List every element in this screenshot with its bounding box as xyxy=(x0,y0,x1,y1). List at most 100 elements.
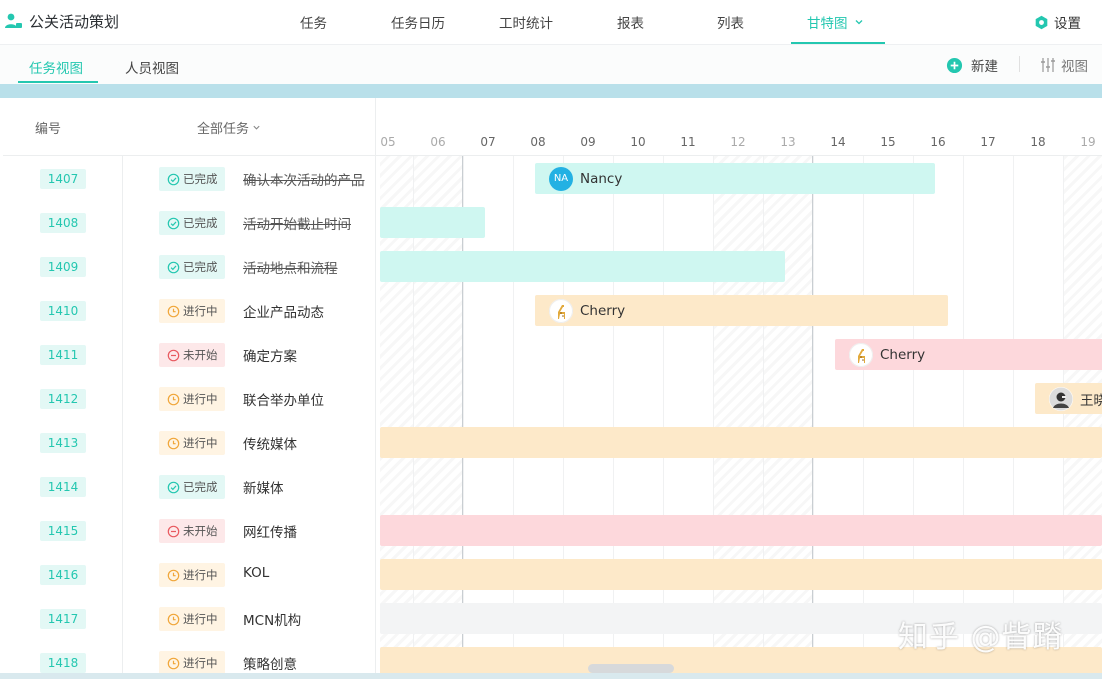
nav-tab-list[interactable]: 列表 xyxy=(717,12,744,32)
minus-circle-icon xyxy=(167,349,180,361)
task-id-badge[interactable]: 1418 xyxy=(40,653,86,673)
task-id-badge[interactable]: 1410 xyxy=(40,301,86,321)
task-name[interactable]: 确认本次活动的产品 xyxy=(243,169,365,189)
column-header-id: 编号 xyxy=(35,122,62,137)
task-row[interactable]: 1410 进行中 企业产品动态 xyxy=(3,288,380,332)
task-id-badge[interactable]: 1409 xyxy=(40,257,86,277)
day-label: 09 xyxy=(580,135,596,149)
subtab-task-view[interactable]: 任务视图 xyxy=(29,57,83,77)
status-label: 进行中 xyxy=(183,656,218,670)
view-settings-button[interactable]: 视图 xyxy=(1040,55,1088,75)
task-id-badge[interactable]: 1412 xyxy=(40,389,86,409)
task-row[interactable]: 1412 进行中 联合举办单位 xyxy=(3,376,380,420)
task-id-badge[interactable]: 1413 xyxy=(40,433,86,453)
status-badge[interactable]: 已完成 xyxy=(159,475,225,499)
status-badge[interactable]: 未开始 xyxy=(159,343,225,367)
status-badge[interactable]: 进行中 xyxy=(159,431,225,455)
status-badge[interactable]: 进行中 xyxy=(159,387,225,411)
task-id-badge[interactable]: 1417 xyxy=(40,609,86,629)
task-row[interactable]: 1415 未开始 网红传播 xyxy=(3,508,380,552)
status-label: 已完成 xyxy=(183,216,218,230)
task-row[interactable]: 1411 未开始 确定方案 xyxy=(3,332,380,376)
giraffe-avatar-icon xyxy=(849,342,873,367)
nav-tab-hours[interactable]: 工时统计 xyxy=(499,12,553,32)
status-badge[interactable]: 进行中 xyxy=(159,651,225,675)
clock-icon xyxy=(167,613,180,625)
status-label: 进行中 xyxy=(183,612,218,626)
task-name[interactable]: 策略创意 xyxy=(243,653,297,673)
task-id-badge[interactable]: 1408 xyxy=(40,213,86,233)
clock-icon xyxy=(167,437,180,449)
task-name[interactable]: MCN机构 xyxy=(243,609,301,629)
horizontal-scrollbar[interactable] xyxy=(588,664,674,673)
day-label: 16 xyxy=(930,135,946,149)
status-label: 未开始 xyxy=(183,348,218,362)
nav-tab-tasks[interactable]: 任务 xyxy=(300,12,327,32)
view-settings-label: 视图 xyxy=(1061,59,1088,75)
task-name[interactable]: 传统媒体 xyxy=(243,433,297,453)
task-name[interactable]: 联合举办单位 xyxy=(243,389,324,409)
gantt-task-bar[interactable]: Cherry xyxy=(535,295,948,326)
task-filter-label: 全部任务 xyxy=(197,122,250,137)
week-divider-line xyxy=(812,156,813,679)
gantt-task-bar[interactable]: NA Nancy xyxy=(535,163,935,194)
status-label: 进行中 xyxy=(183,568,218,582)
watermark: 知乎 @眥蹐 xyxy=(898,620,1064,655)
task-id-badge[interactable]: 1414 xyxy=(40,477,86,497)
day-label: 10 xyxy=(630,135,646,149)
task-id-badge[interactable]: 1407 xyxy=(40,169,86,189)
new-task-label: 新建 xyxy=(971,59,998,75)
day-label: 11 xyxy=(680,135,696,149)
assignee-avatar xyxy=(1049,386,1073,411)
check-circle-icon xyxy=(167,481,180,493)
pane-resize-handle[interactable] xyxy=(375,98,381,679)
status-badge[interactable]: 未开始 xyxy=(159,519,225,543)
task-filter-dropdown[interactable]: 全部任务 xyxy=(197,118,261,137)
task-id-badge[interactable]: 1415 xyxy=(40,521,86,541)
task-name[interactable]: 活动开始截止时间 xyxy=(243,213,351,233)
task-name[interactable]: 网红传播 xyxy=(243,521,297,541)
task-name[interactable]: KOL xyxy=(243,565,269,581)
nav-tab-reports[interactable]: 报表 xyxy=(617,12,644,32)
status-badge[interactable]: 已完成 xyxy=(159,211,225,235)
gantt-task-bar[interactable]: 王晓 xyxy=(1035,383,1102,414)
clock-icon xyxy=(167,657,180,669)
day-label: 17 xyxy=(980,135,996,149)
active-tab-indicator xyxy=(791,42,885,44)
task-row[interactable]: 1414 已完成 新媒体 xyxy=(3,464,380,508)
task-id-badge[interactable]: 1411 xyxy=(40,345,86,365)
status-badge[interactable]: 已完成 xyxy=(159,255,225,279)
task-row[interactable]: 1413 进行中 传统媒体 xyxy=(3,420,380,464)
status-badge[interactable]: 进行中 xyxy=(159,563,225,587)
task-name[interactable]: 企业产品动态 xyxy=(243,301,324,321)
status-badge[interactable]: 进行中 xyxy=(159,607,225,631)
gantt-task-bar[interactable] xyxy=(380,515,1102,546)
task-row[interactable]: 1416 进行中 KOL xyxy=(3,552,380,596)
gantt-task-bar[interactable] xyxy=(380,559,1102,590)
day-column xyxy=(663,156,713,679)
task-name[interactable]: 活动地点和流程 xyxy=(243,257,338,277)
gantt-task-bar[interactable] xyxy=(380,427,1102,458)
nav-tab-task-calendar[interactable]: 任务日历 xyxy=(391,12,445,32)
day-column xyxy=(713,156,763,679)
task-name[interactable]: 确定方案 xyxy=(243,345,297,365)
task-name[interactable]: 新媒体 xyxy=(243,477,284,497)
task-id-badge[interactable]: 1416 xyxy=(40,565,86,585)
new-task-button[interactable]: 新建 xyxy=(946,55,998,75)
nav-tab-gantt[interactable]: 甘特图 xyxy=(807,12,864,32)
task-row[interactable]: 1408 已完成 活动开始截止时间 xyxy=(3,200,380,244)
gantt-task-bar[interactable] xyxy=(380,251,785,282)
assignee-avatar xyxy=(849,342,873,367)
settings-button[interactable]: 设置 xyxy=(1034,12,1081,32)
task-row[interactable]: 1409 已完成 活动地点和流程 xyxy=(3,244,380,288)
day-label: 13 xyxy=(780,135,796,149)
status-badge[interactable]: 已完成 xyxy=(159,167,225,191)
status-badge[interactable]: 进行中 xyxy=(159,299,225,323)
task-row[interactable]: 1417 进行中 MCN机构 xyxy=(3,596,380,640)
gantt-task-bar[interactable] xyxy=(380,207,485,238)
subtab-people-view[interactable]: 人员视图 xyxy=(125,57,179,77)
task-row[interactable]: 1407 已完成 确认本次活动的产品 xyxy=(3,156,380,200)
gantt-task-bar[interactable]: Cherry xyxy=(835,339,1102,370)
day-column xyxy=(863,156,913,679)
day-column xyxy=(913,156,963,679)
